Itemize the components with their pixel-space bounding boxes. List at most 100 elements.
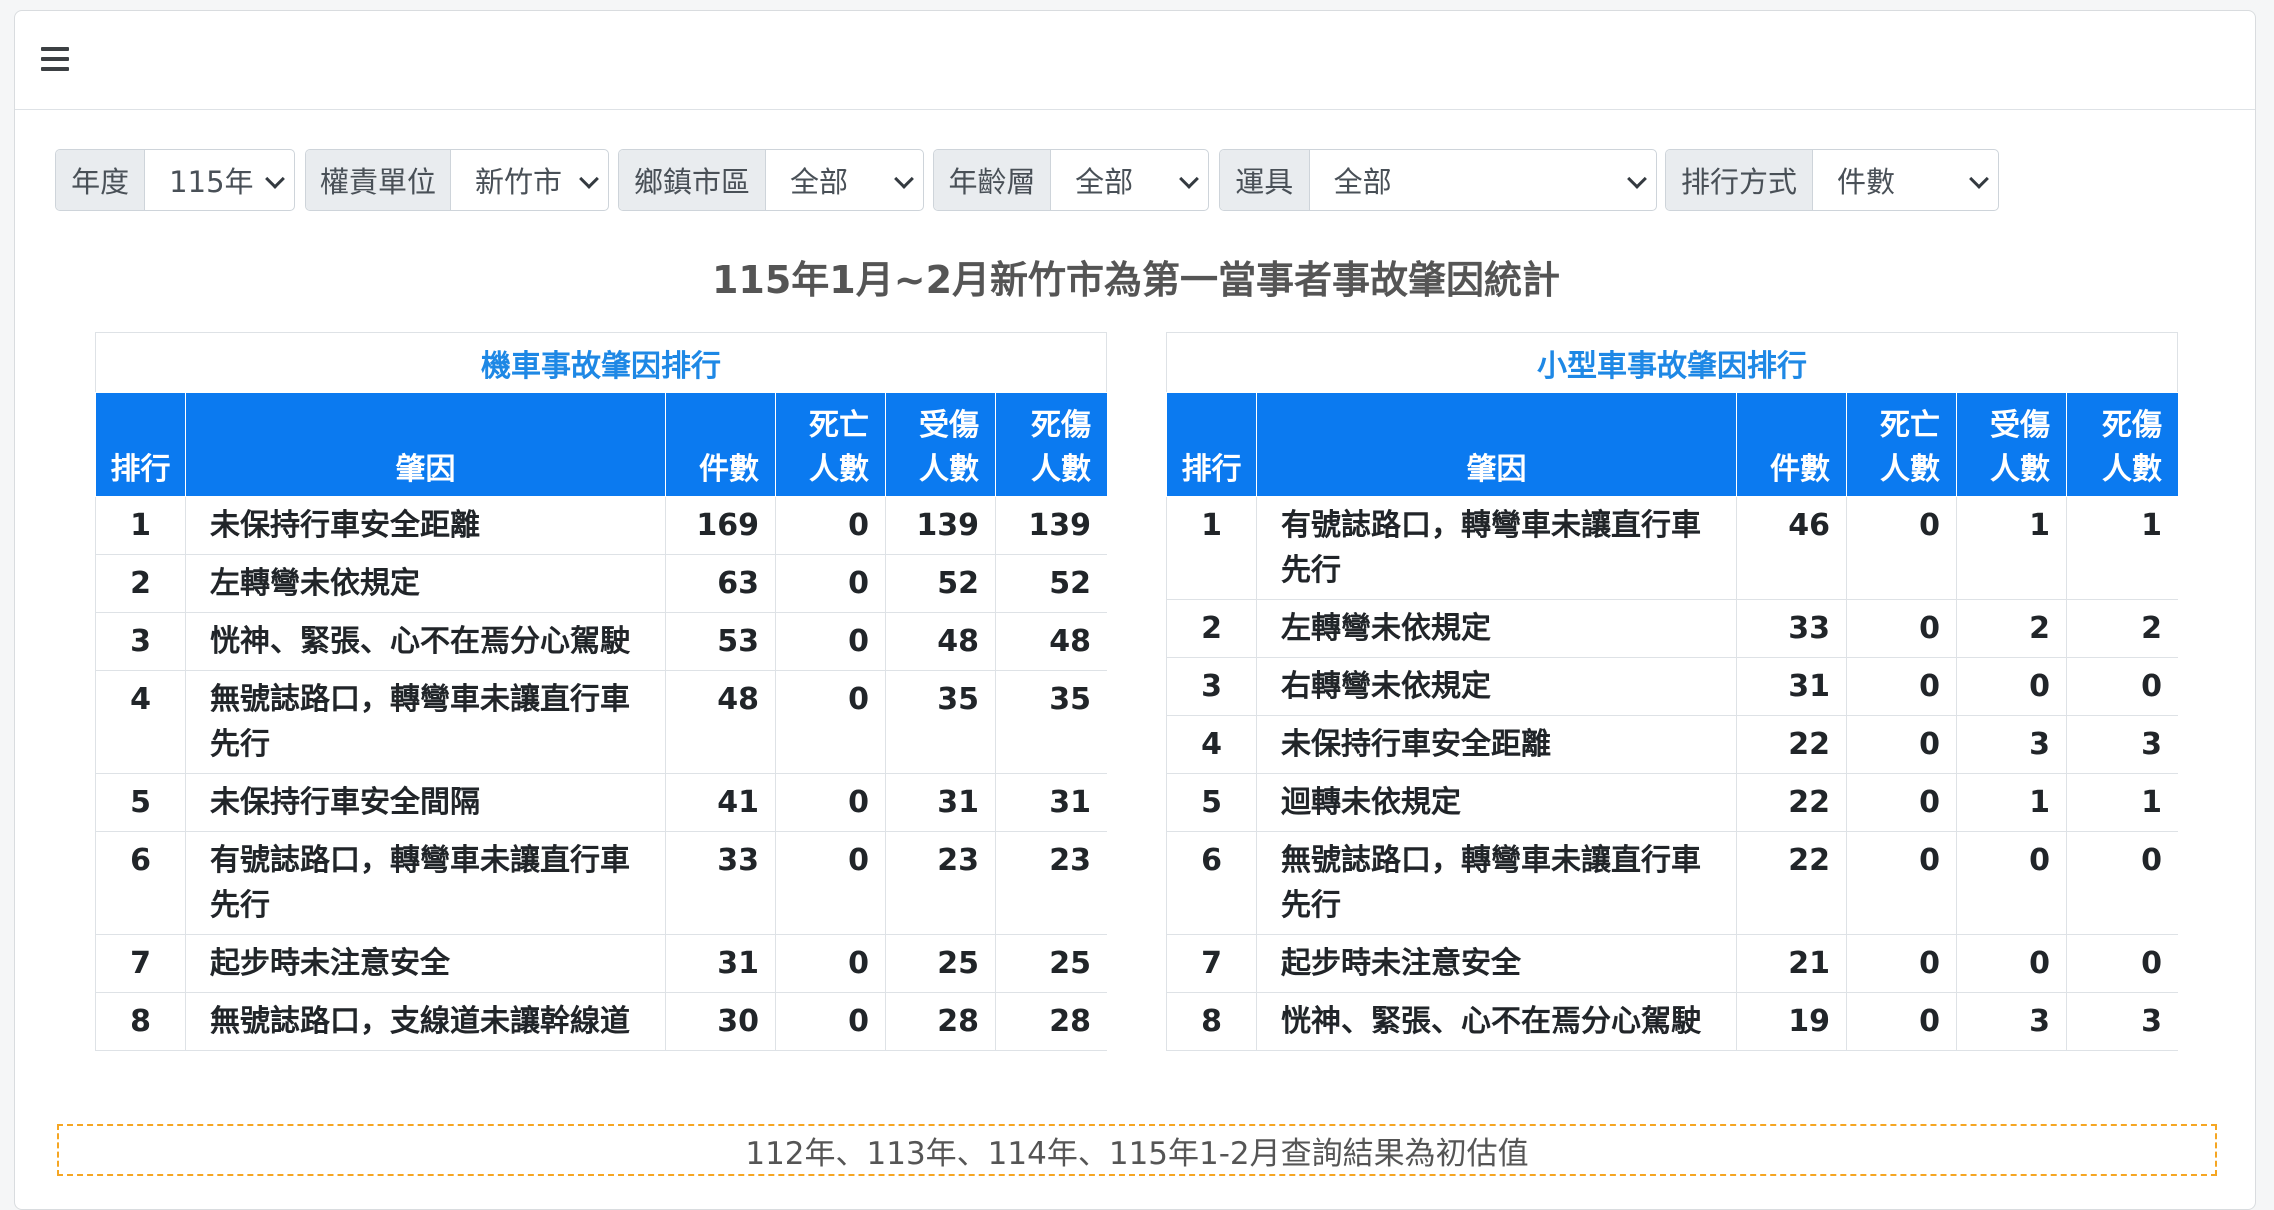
car-table-body: 1 有號誌路口，轉彎車未讓直行車先行 46 0 1 1 2 左轉彎未依規定 33 0 2 2 3 右轉彎未… [1166,496,2178,1051]
chevron-down-icon [1179,169,1199,189]
cause-cell: 未保持行車安全距離 [1256,715,1737,774]
cause-cell: 左轉彎未依規定 [1256,599,1737,658]
table-row: 1 有號誌路口，轉彎車未讓直行車先行 46 0 1 1 [1166,496,2178,600]
injuries-cell: 1 [1956,496,2067,600]
cause-cell: 有號誌路口，轉彎車未讓直行車先行 [1256,496,1737,600]
filter-age-value: 全部 [1075,165,1134,199]
filter-authority[interactable]: 權責單位 新竹市 [305,149,609,211]
count-cell: 46 [1736,496,1847,600]
count-cell: 169 [665,496,776,555]
injuries-cell: 25 [885,934,996,993]
cause-cell: 起步時未注意安全 [185,934,666,993]
injuries-cell: 35 [885,670,996,774]
rank-cell: 8 [1166,992,1257,1051]
menu-icon[interactable] [41,47,69,71]
count-cell: 22 [1736,831,1847,935]
table-row: 4 未保持行車安全距離 22 0 3 3 [1166,715,2178,774]
rank-cell: 7 [1166,934,1257,993]
count-cell: 53 [665,612,776,671]
filter-sort[interactable]: 排行方式 件數 [1665,149,1999,211]
chevron-down-icon [579,169,599,189]
rank-cell: 6 [95,831,186,935]
deaths-cell: 0 [775,831,886,935]
injuries-cell: 23 [885,831,996,935]
table-row: 8 恍神、緊張、心不在焉分心駕駛 19 0 3 3 [1166,992,2178,1051]
top-bar [15,11,2255,110]
injuries-cell: 3 [1956,715,2067,774]
filter-year-value: 115年 [169,165,254,199]
injuries-cell: 2 [1956,599,2067,658]
filter-district-label: 鄉鎮市區 [619,150,766,210]
filter-vehicle[interactable]: 運具 全部 [1219,149,1657,211]
count-cell: 41 [665,773,776,832]
filter-district-select[interactable]: 全部 [766,150,923,210]
count-cell: 63 [665,554,776,613]
rank-cell: 7 [95,934,186,993]
deaths-cell: 0 [775,992,886,1051]
count-cell: 31 [1736,657,1847,716]
col-rank: 排行 [95,392,186,497]
rank-cell: 4 [1166,715,1257,774]
cause-cell: 未保持行車安全距離 [185,496,666,555]
filter-district-value: 全部 [789,165,848,199]
injuries-cell: 0 [1956,831,2067,935]
filter-vehicle-select[interactable]: 全部 [1310,150,1656,210]
deaths-cell: 0 [1846,496,1957,600]
page-title: 115年1月~2月新竹市為第一當事者事故肇因統計 [711,258,1561,302]
count-cell: 31 [665,934,776,993]
col-count: 件數 [1736,392,1847,497]
col-injuries: 受傷人數 [1956,392,2067,497]
casualties-cell: 139 [995,496,1107,555]
filter-district[interactable]: 鄉鎮市區 全部 [618,149,924,211]
car-table: 排行 肇因 件數 死亡人數 受傷人數 死傷人數 1 有號誌路口，轉彎車未讓直行車先… [1166,392,2178,1051]
col-cause: 肇因 [1256,392,1737,497]
injuries-cell: 1 [1956,773,2067,832]
casualties-cell: 52 [995,554,1107,613]
table-row: 7 起步時未注意安全 31 0 25 25 [95,934,1107,993]
filter-sort-select[interactable]: 件數 [1813,150,1998,210]
cause-cell: 起步時未注意安全 [1256,934,1737,993]
filter-authority-value: 新竹市 [474,165,562,199]
cause-cell: 無號誌路口，支線道未讓幹線道 [185,992,666,1051]
injuries-cell: 48 [885,612,996,671]
car-panel-title: 小型車事故肇因排行 [1166,332,2178,392]
filter-age[interactable]: 年齡層 全部 [933,149,1209,211]
table-row: 6 有號誌路口，轉彎車未讓直行車先行 33 0 23 23 [95,831,1107,935]
filter-year-label: 年度 [56,150,146,210]
rank-cell: 1 [95,496,186,555]
injuries-cell: 139 [885,496,996,555]
casualties-cell: 31 [995,773,1107,832]
casualties-cell: 1 [2066,773,2178,832]
count-cell: 19 [1736,992,1847,1051]
injuries-cell: 0 [1956,934,2067,993]
deaths-cell: 0 [1846,715,1957,774]
injuries-cell: 31 [885,773,996,832]
rank-cell: 2 [1166,599,1257,658]
count-cell: 22 [1736,773,1847,832]
deaths-cell: 0 [1846,599,1957,658]
deaths-cell: 0 [775,554,886,613]
filter-year[interactable]: 年度 115年 [55,149,295,211]
count-cell: 21 [1736,934,1847,993]
table-row: 7 起步時未注意安全 21 0 0 0 [1166,934,2178,993]
motorcycle-table-body: 1 未保持行車安全距離 169 0 139 139 2 左轉彎未依規定 63 0 52 52 3 恍神、緊… [95,496,1107,1051]
cause-cell: 無號誌路口，轉彎車未讓直行車先行 [1256,831,1737,935]
rank-cell: 5 [1166,773,1257,832]
injuries-cell: 28 [885,992,996,1051]
rank-cell: 3 [95,612,186,671]
count-cell: 33 [665,831,776,935]
injuries-cell: 52 [885,554,996,613]
filter-vehicle-label: 運具 [1220,150,1310,210]
deaths-cell: 0 [1846,773,1957,832]
filter-authority-select[interactable]: 新竹市 [451,150,608,210]
table-row: 2 左轉彎未依規定 63 0 52 52 [95,554,1107,613]
filter-authority-label: 權責單位 [306,150,451,210]
rank-cell: 4 [95,670,186,774]
filter-year-select[interactable]: 115年 [145,150,294,210]
col-casualties: 死傷人數 [995,392,1107,497]
filter-age-select[interactable]: 全部 [1051,150,1208,210]
estimate-note: 112年、113年、114年、115年1-2月查詢結果為初估值 [57,1124,2217,1176]
table-row: 2 左轉彎未依規定 33 0 2 2 [1166,599,2178,658]
rank-cell: 6 [1166,831,1257,935]
casualties-cell: 0 [2066,831,2178,935]
